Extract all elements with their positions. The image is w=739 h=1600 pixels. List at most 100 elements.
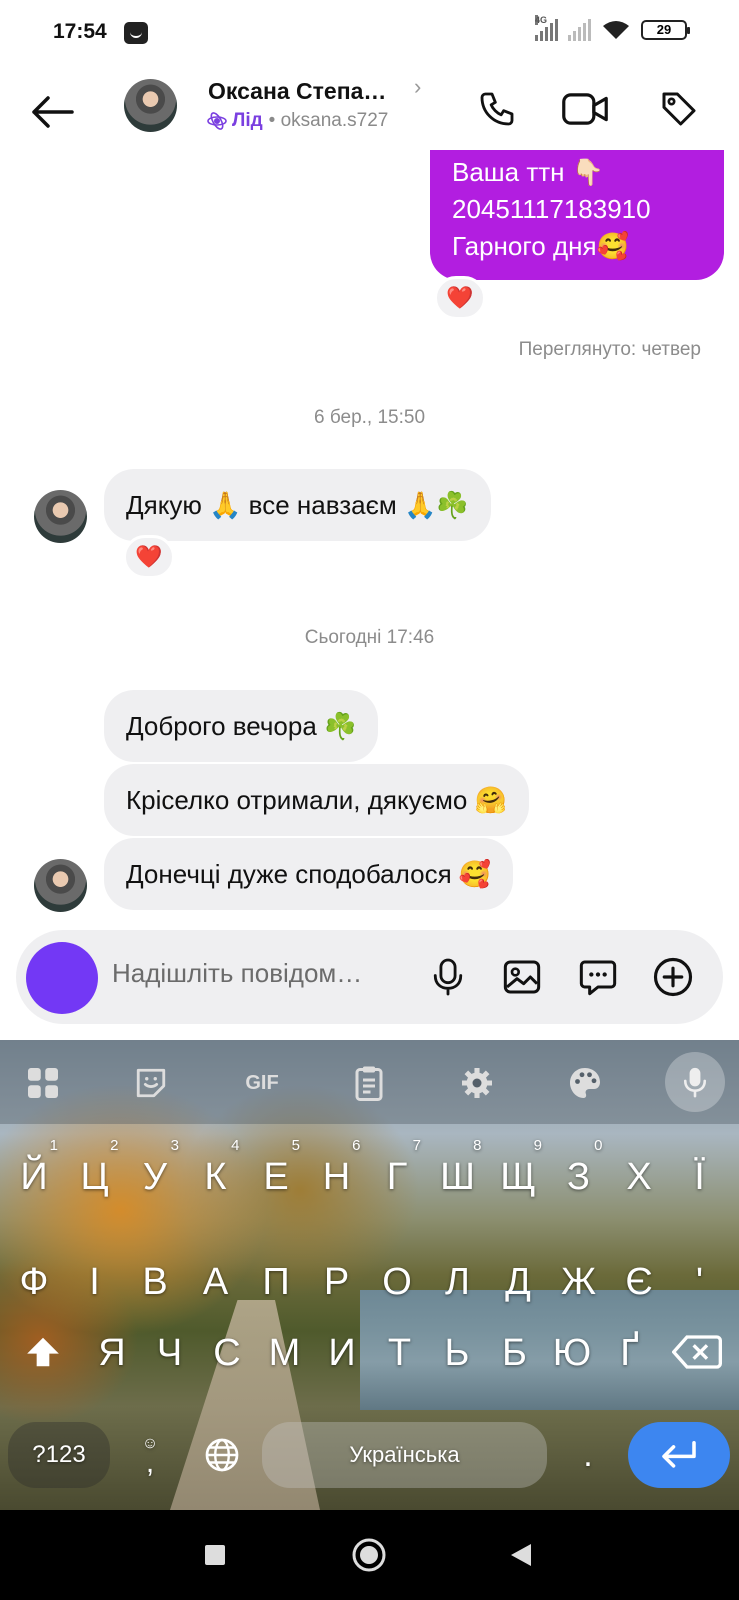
- video-camera-icon: [562, 93, 608, 125]
- key[interactable]: Й1: [6, 1132, 62, 1222]
- key-hint: 4: [231, 1137, 240, 1154]
- key-label: Р: [323, 1261, 350, 1303]
- key[interactable]: Г7: [369, 1132, 425, 1222]
- key[interactable]: Ь: [429, 1308, 485, 1398]
- grid-icon: [28, 1068, 58, 1098]
- tag-icon: [662, 92, 696, 126]
- key[interactable]: Ф: [6, 1237, 62, 1327]
- voice-call-button[interactable]: [472, 84, 522, 134]
- camera-button[interactable]: [26, 942, 98, 1014]
- key[interactable]: Ґ: [602, 1308, 658, 1398]
- chat-header: Оксана Степа… › Лід • oksana.s727: [0, 66, 739, 162]
- key-label: У: [142, 1156, 168, 1198]
- key[interactable]: Н6: [309, 1132, 365, 1222]
- key[interactable]: Ш8: [430, 1132, 486, 1222]
- lead-icon: [207, 112, 227, 130]
- backspace-icon: [672, 1335, 722, 1369]
- message-input[interactable]: [112, 958, 412, 989]
- symbols-key[interactable]: ?123: [8, 1422, 110, 1488]
- sender-avatar[interactable]: [34, 859, 87, 912]
- key[interactable]: Е5: [248, 1132, 304, 1222]
- incoming-message[interactable]: Дякую 🙏 все навзаєм 🙏☘️: [104, 469, 491, 541]
- key[interactable]: З0: [551, 1132, 607, 1222]
- clipboard-button[interactable]: [342, 1056, 396, 1110]
- key[interactable]: ': [672, 1237, 728, 1327]
- keyboard-voice-button[interactable]: [665, 1052, 725, 1112]
- back-button[interactable]: [26, 86, 78, 138]
- contact-avatar[interactable]: [124, 79, 177, 132]
- key[interactable]: М: [257, 1308, 313, 1398]
- key[interactable]: И: [314, 1308, 370, 1398]
- chat-dots-icon: [579, 960, 617, 996]
- key[interactable]: К4: [188, 1132, 244, 1222]
- key[interactable]: Т: [372, 1308, 428, 1398]
- contact-subtitle: Лід • oksana.s727: [207, 110, 388, 132]
- key[interactable]: У3: [127, 1132, 183, 1222]
- sticker-button[interactable]: [124, 1056, 178, 1110]
- key[interactable]: Ц2: [67, 1132, 123, 1222]
- key-label: І: [89, 1261, 100, 1303]
- video-call-button[interactable]: [560, 84, 610, 134]
- contact-name[interactable]: Оксана Степа…: [208, 78, 386, 105]
- home-button[interactable]: [344, 1530, 394, 1580]
- key-label: Б: [502, 1332, 527, 1374]
- key-hint: 2: [110, 1137, 119, 1154]
- key-label: Ч: [156, 1332, 183, 1374]
- key[interactable]: Ї: [672, 1132, 728, 1222]
- enter-key[interactable]: [628, 1422, 730, 1488]
- key[interactable]: Ч: [142, 1308, 198, 1398]
- key-label: Ф: [19, 1261, 49, 1303]
- shift-key[interactable]: [8, 1317, 78, 1387]
- keyboard: GIF Й1Ц2У3К4Е5Н6Г7Ш8Щ9З0ХЇ Ф І В А П Р О Л Д Ж Є ' …: [0, 1040, 739, 1510]
- comma-key[interactable]: ☺ ,: [118, 1422, 182, 1488]
- phone-icon: [480, 92, 514, 126]
- key[interactable]: Х: [611, 1132, 667, 1222]
- language-key[interactable]: [192, 1422, 252, 1488]
- backspace-key[interactable]: [662, 1317, 732, 1387]
- arrow-left-icon: [32, 96, 74, 128]
- period-key[interactable]: .: [558, 1422, 618, 1488]
- key-label: К: [204, 1156, 227, 1198]
- gif-button[interactable]: GIF: [234, 1056, 290, 1110]
- clipboard-icon: [355, 1066, 383, 1101]
- sender-avatar[interactable]: [34, 490, 87, 543]
- spacebar[interactable]: Українська: [262, 1422, 547, 1488]
- tag-button[interactable]: [654, 84, 704, 134]
- gallery-button[interactable]: [497, 952, 547, 1002]
- key[interactable]: Б: [487, 1308, 543, 1398]
- timestamp: 6 бер., 15:50: [313, 407, 426, 428]
- image-icon: [503, 960, 541, 994]
- key[interactable]: Я: [84, 1308, 140, 1398]
- key[interactable]: Ю: [544, 1308, 600, 1398]
- apps-button[interactable]: [16, 1056, 70, 1110]
- heart-reaction[interactable]: ❤️: [123, 535, 175, 579]
- key-label: Ю: [552, 1332, 592, 1374]
- key[interactable]: Щ9: [490, 1132, 546, 1222]
- recents-button[interactable]: [190, 1530, 240, 1580]
- outgoing-message[interactable]: Ваша ттн 👇🏻 20451117183910 Гарного дня🥰: [430, 150, 724, 280]
- nav-back-button[interactable]: [496, 1530, 546, 1580]
- add-button[interactable]: [648, 952, 698, 1002]
- incoming-message[interactable]: Донечці дуже сподобалося 🥰: [104, 838, 514, 910]
- key-label: Ь: [444, 1332, 470, 1374]
- heart-reaction[interactable]: ❤️: [434, 276, 486, 320]
- message-line: Ваша ттн 👇🏻: [452, 157, 605, 187]
- heart-icon: ❤️: [135, 544, 163, 569]
- key-label: Х: [626, 1156, 652, 1198]
- key-label: З: [567, 1156, 590, 1198]
- key-hint: 7: [412, 1137, 421, 1154]
- lead-badge[interactable]: Лід: [207, 110, 263, 132]
- key-label: Е: [263, 1156, 289, 1198]
- incoming-message[interactable]: Доброго вечора ☘️: [104, 690, 379, 762]
- sticker-icon: [136, 1068, 166, 1098]
- theme-button[interactable]: [558, 1056, 612, 1110]
- key-label: Ш: [440, 1156, 475, 1198]
- settings-button[interactable]: [450, 1056, 504, 1110]
- quick-replies-button[interactable]: [573, 952, 623, 1002]
- key[interactable]: С: [199, 1308, 255, 1398]
- voice-message-button[interactable]: [423, 952, 473, 1002]
- signal-4g-icon: 4G: [535, 15, 558, 41]
- incoming-message[interactable]: Кріселко отримали, дякуємо 🤗: [104, 764, 529, 836]
- key-label: А: [202, 1261, 229, 1303]
- key-hint: 0: [594, 1137, 603, 1154]
